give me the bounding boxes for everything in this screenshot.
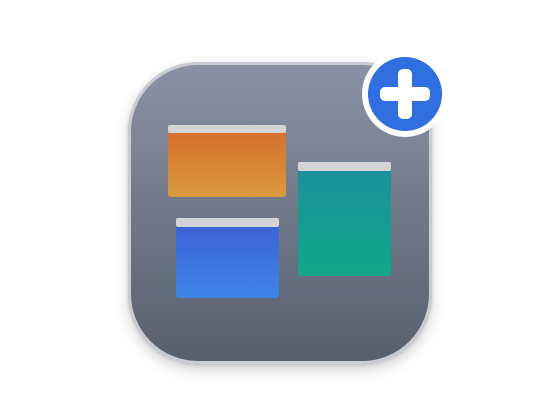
window-blue [176, 218, 279, 298]
window-teal-titlebar [298, 162, 391, 171]
window-orange [168, 125, 286, 197]
window-blue-body [176, 218, 279, 298]
window-blue-titlebar [176, 218, 279, 227]
window-orange-titlebar [168, 125, 286, 133]
add-badge[interactable] [361, 50, 449, 138]
icon-canvas [0, 0, 560, 420]
plus-vertical [398, 69, 412, 119]
window-teal [298, 162, 391, 276]
window-teal-body [298, 162, 391, 276]
window-orange-body [168, 125, 286, 197]
plus-icon [362, 51, 448, 137]
